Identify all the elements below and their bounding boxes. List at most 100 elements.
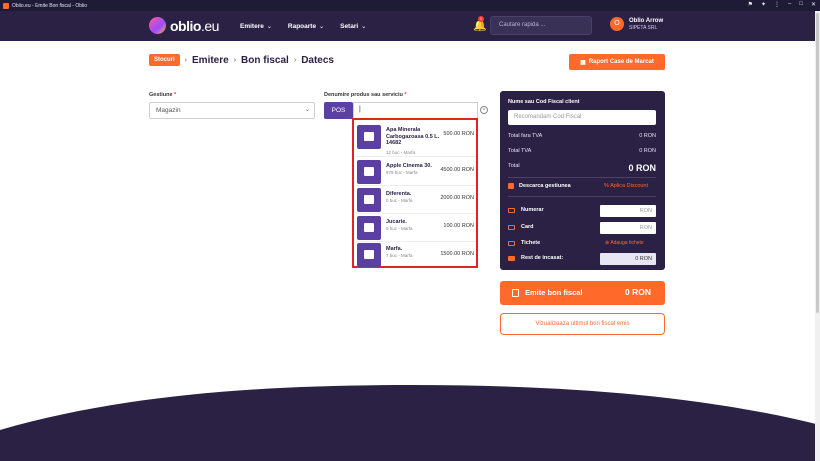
- chevron-right-icon: ›: [293, 56, 297, 64]
- nav-item-rapoarte[interactable]: Rapoarte ⌄: [288, 23, 324, 30]
- rest-value: 0 RON: [600, 253, 656, 265]
- total-tva-label: Total TVA: [508, 148, 532, 154]
- client-cf-input[interactable]: Recomandam Cod Fiscal: [508, 110, 656, 125]
- card-label: Card: [521, 224, 534, 230]
- menu-icon[interactable]: ⋮: [774, 1, 780, 8]
- numerar-input[interactable]: RON: [600, 205, 656, 217]
- top-navbar: oblio.eu Emitere ⌄ Rapoarte ⌄ Setari ⌄ 🔔 1 C…: [0, 11, 820, 41]
- card-icon: [508, 225, 515, 230]
- logo-text: oblio.eu: [170, 17, 219, 34]
- breadcrumb: Stocuri › Emitere › Bon fiscal › Datecs: [149, 54, 334, 66]
- list-item[interactable]: Apa Minerala Carbogazoasa 0.5 L. 14682 1…: [356, 123, 476, 157]
- descarca-checkbox[interactable]: [508, 183, 514, 189]
- product-stock: 0 buc - Marfa: [386, 198, 413, 203]
- product-dropdown: Apa Minerala Carbogazoasa 0.5 L. 14682 1…: [352, 118, 478, 268]
- product-box-icon: [357, 243, 381, 267]
- window-title: Oblio.eu - Emite Bon fiscal - Oblio: [12, 2, 88, 9]
- quick-search-input[interactable]: Cautare rapida ...: [490, 16, 592, 35]
- product-price: 1500.00 RON: [440, 251, 474, 257]
- close-icon[interactable]: ✕: [811, 1, 816, 8]
- total-value: 0 RON: [628, 163, 656, 173]
- product-price: 500.00 RON: [443, 131, 474, 137]
- product-name: Apa Minerala Carbogazoasa 0.5 L. 14682: [386, 127, 440, 146]
- total-label: Total: [508, 163, 520, 169]
- divider: [508, 196, 656, 197]
- user-name: Oblio Arrow: [629, 17, 664, 24]
- page-scrollbar[interactable]: [815, 11, 820, 461]
- window-titlebar: Oblio.eu - Emite Bon fiscal - Oblio ⚑ ✦ …: [0, 0, 820, 11]
- logo[interactable]: oblio.eu: [149, 17, 219, 34]
- product-price: 100.00 RON: [443, 223, 474, 229]
- aplica-discount-link[interactable]: % Aplica Discount: [604, 183, 648, 189]
- product-box-icon: [357, 125, 381, 149]
- product-stock: 7 buc - Marfa: [386, 253, 413, 258]
- notification-badge: 1: [478, 16, 484, 22]
- product-name: Diferenta.: [386, 191, 412, 197]
- footer-wave: [0, 385, 820, 461]
- rest-icon: [508, 256, 515, 261]
- card-input[interactable]: RON: [600, 222, 656, 234]
- produs-label: Denumire produs sau serviciu *: [324, 92, 407, 98]
- chevron-down-icon: ⌄: [266, 23, 272, 30]
- maximize-icon[interactable]: □: [799, 1, 803, 8]
- breadcrumb-bon-fiscal[interactable]: Bon fiscal: [241, 55, 289, 66]
- adauga-tichete-link[interactable]: ⊕ Adauga tichete: [605, 240, 644, 246]
- product-price: 4500.00 RON: [440, 167, 474, 173]
- user-company: SIPETA SRL: [629, 24, 658, 31]
- pos-button[interactable]: POS: [324, 102, 353, 119]
- app-icon: [3, 2, 9, 9]
- list-item[interactable]: Jucarie. 5 buc - Marfa 100.00 RON: [356, 214, 476, 242]
- user-menu[interactable]: O Oblio Arrow SIPETA SRL: [610, 17, 663, 31]
- total-tva-value: 0 RON: [639, 148, 656, 154]
- avatar: O: [610, 17, 624, 31]
- product-price: 2000.00 RON: [440, 195, 474, 201]
- product-box-icon: [357, 216, 381, 240]
- list-item[interactable]: Diferenta. 0 buc - Marfa 2000.00 RON: [356, 186, 476, 214]
- total-fara-tva-value: 0 RON: [639, 133, 656, 139]
- logo-mark-icon: [149, 17, 166, 34]
- gestiune-label: Gestiune *: [149, 92, 177, 98]
- emite-bon-fiscal-button[interactable]: Emite bon fiscal 0 RON: [500, 281, 665, 305]
- extensions-icon[interactable]: ✦: [761, 1, 766, 8]
- product-box-icon: [357, 160, 381, 184]
- chevron-right-icon: ›: [184, 56, 188, 64]
- product-stock: 12 buc - Marfa: [386, 150, 416, 155]
- product-stock: 5 buc - Marfa: [386, 226, 413, 231]
- numerar-label: Numerar: [521, 207, 544, 213]
- nav-item-emitere[interactable]: Emitere ⌄: [240, 23, 272, 30]
- product-box-icon: [357, 188, 381, 212]
- divider: [508, 177, 656, 178]
- product-name: Marfa.: [386, 246, 403, 252]
- product-name: Jucarie.: [386, 219, 407, 225]
- chevron-down-icon: ⌄: [361, 23, 367, 30]
- breadcrumb-emitere[interactable]: Emitere: [192, 55, 229, 66]
- rest-label: Rest de incasat:: [521, 255, 564, 261]
- gestiune-select[interactable]: Magazin ⌄: [149, 102, 315, 119]
- descarca-label: Descarca gestiunea: [519, 183, 571, 189]
- clear-icon[interactable]: ×: [480, 106, 488, 114]
- cash-icon: [508, 208, 515, 213]
- report-icon: ▦: [580, 59, 586, 66]
- view-last-receipt-button[interactable]: Vizualizeaza ultimul bon fiscal emis: [500, 313, 665, 335]
- notifications-bell-icon[interactable]: 🔔 1: [473, 16, 487, 32]
- product-name: Apple Cinema 30.: [386, 163, 432, 169]
- stocuri-badge[interactable]: Stocuri: [149, 54, 180, 66]
- chevron-right-icon: ›: [233, 56, 237, 64]
- list-item[interactable]: Marfa. 7 buc - Marfa 1500.00 RON: [356, 242, 476, 268]
- tichete-label: Tichete: [521, 240, 541, 246]
- minimize-icon[interactable]: –: [788, 1, 791, 8]
- chevron-down-icon: ⌄: [304, 107, 310, 113]
- receipt-panel: Nume sau Cod Fiscal client Recomandam Co…: [500, 91, 665, 270]
- total-fara-tva-label: Total fara TVA: [508, 133, 543, 139]
- translate-icon[interactable]: ⚑: [748, 1, 753, 8]
- list-item[interactable]: Apple Cinema 30. 978 buc - Marfa 4500.00…: [356, 158, 476, 186]
- raport-case-button[interactable]: ▦ Raport Case de Marcat: [569, 54, 665, 70]
- product-stock: 978 buc - Marfa: [386, 170, 418, 175]
- product-search-input[interactable]: |: [353, 102, 478, 119]
- nav-menu: Emitere ⌄ Rapoarte ⌄ Setari ⌄: [240, 11, 366, 41]
- receipt-icon: [512, 289, 519, 297]
- nav-item-setari[interactable]: Setari ⌄: [340, 23, 366, 30]
- breadcrumb-datecs: Datecs: [301, 54, 334, 66]
- ticket-icon: [508, 241, 515, 246]
- chevron-down-icon: ⌄: [319, 23, 325, 30]
